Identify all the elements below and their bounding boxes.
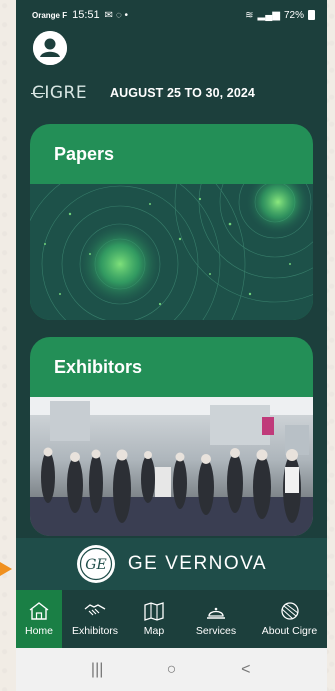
wifi-icon: ≋ <box>245 9 254 21</box>
nav-item-home[interactable]: Home <box>16 590 62 648</box>
ge-logo-icon: GE <box>76 545 115 583</box>
nav-label-services: Services <box>195 625 237 637</box>
event-dates: AUGUST 25 TO 30, 2024 <box>110 86 255 100</box>
nav-label-exhibitors: Exhibitors <box>71 625 119 637</box>
cigre-logo: CIGRE <box>31 83 92 103</box>
status-left: Orange F 15:51 ✉ ◌ • <box>32 9 128 21</box>
nav-label-home: Home <box>24 625 53 637</box>
svg-text:GE: GE <box>85 557 106 573</box>
back-button[interactable]: < <box>231 661 261 679</box>
nav-label-about: About Cigre <box>261 625 318 637</box>
account-button[interactable] <box>33 31 67 65</box>
bottom-navigation: Home Exhibitors Map Services About Cigre <box>16 590 327 648</box>
nav-item-exhibitors[interactable]: Exhibitors <box>62 590 128 648</box>
recents-button[interactable]: ||| <box>82 661 112 679</box>
nav-item-map[interactable]: Map <box>128 590 180 648</box>
status-right: ≋ ▂▄▆ 72% <box>245 10 315 21</box>
battery-icon <box>308 10 315 20</box>
status-bar: Orange F 15:51 ✉ ◌ • ≋ ▂▄▆ 72% <box>16 0 327 30</box>
nav-item-about[interactable]: About Cigre <box>252 590 327 648</box>
phone-screen: Orange F 15:51 ✉ ◌ • ≋ ▂▄▆ 72% CIGRE AUG… <box>16 0 327 691</box>
papers-card-image <box>30 184 313 320</box>
papers-card[interactable]: Papers <box>30 124 313 320</box>
sponsor-name: GE VERNOVA <box>127 553 268 574</box>
papers-card-title: Papers <box>54 143 115 164</box>
sponsor-banner[interactable]: GE GE VERNOVA <box>16 538 327 590</box>
carrier-name: Orange F <box>32 10 68 20</box>
clock: 15:51 <box>72 9 100 21</box>
android-navigation-bar: ||| ○ < <box>16 648 327 691</box>
home-icon <box>29 602 49 620</box>
nav-item-services[interactable]: Services <box>180 590 252 648</box>
pointer-arrow <box>0 562 12 576</box>
battery-level: 72% <box>283 9 304 21</box>
event-header: CIGRE AUGUST 25 TO 30, 2024 <box>31 80 327 106</box>
notification-icons: ✉ ◌ • <box>104 9 129 21</box>
account-icon <box>33 31 67 65</box>
exhibitors-card[interactable]: Exhibitors <box>30 337 313 536</box>
home-button[interactable]: ○ <box>156 661 186 679</box>
service-bell-icon <box>207 607 225 619</box>
handshake-icon <box>84 604 106 616</box>
exhibitors-card-image <box>30 397 313 536</box>
globe-icon <box>280 602 299 620</box>
signal-icon: ▂▄▆ <box>257 9 280 21</box>
nav-label-map: Map <box>143 625 165 637</box>
map-icon <box>144 602 164 621</box>
exhibitors-card-title: Exhibitors <box>54 356 143 377</box>
